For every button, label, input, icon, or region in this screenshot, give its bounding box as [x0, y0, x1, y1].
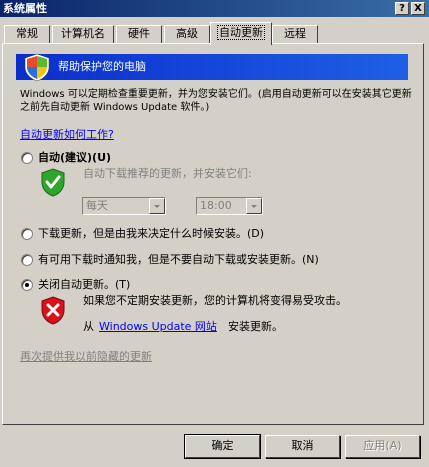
header-banner: 帮助保护您的电脑 [16, 53, 408, 82]
description-text: Windows 可以定期检查重要更新，并为您安装它们。(启用自动更新可以在安装其… [20, 89, 412, 113]
help-button[interactable]: ? [395, 2, 409, 15]
tab-remote[interactable]: 远程 [272, 25, 318, 43]
tab-general[interactable]: 常规 [4, 25, 50, 43]
shield-check-icon [41, 168, 65, 197]
install-updates-text: 安装更新。 [228, 320, 283, 333]
radio-automatic[interactable] [21, 152, 33, 164]
chevron-down-icon[interactable] [149, 198, 165, 214]
apply-button[interactable]: 应用(A) [345, 435, 420, 458]
windows-security-shield-icon [24, 53, 50, 82]
day-select-value: 每天 [86, 199, 108, 212]
title-bar: 系统属性 ? X [0, 0, 429, 17]
tab-computer-name[interactable]: 计算机名 [52, 25, 114, 43]
tab-advanced[interactable]: 高级 [164, 25, 210, 43]
reshow-hidden-updates-link[interactable]: 再次提供我以前隐藏的更新 [20, 350, 152, 364]
from-text: 从 [83, 320, 94, 333]
ok-button[interactable]: 确定 [184, 434, 261, 459]
radio-download[interactable] [21, 228, 33, 240]
close-button[interactable]: X [411, 2, 425, 15]
banner-text: 帮助保护您的电脑 [58, 60, 146, 73]
windows-update-site-link[interactable]: Windows Update 网站 [99, 320, 217, 334]
warning-text: 如果您不定期安装更新，您的计算机将变得易受攻击。 [83, 294, 347, 307]
auto-sub-text: 自动下载推荐的更新，并安装它们: [83, 167, 252, 180]
radio-notify-label[interactable]: 有可用下载时通知我，但是不要自动下载或安装更新。(N) [38, 253, 319, 267]
radio-download-label[interactable]: 下载更新，但是由我来决定什么时候安装。(D) [38, 227, 264, 241]
day-select[interactable]: 每天 [82, 197, 166, 215]
tab-automatic-updates-label: 自动更新 [217, 25, 265, 40]
chevron-down-icon[interactable] [246, 198, 262, 214]
window-title: 系统属性 [3, 2, 47, 15]
radio-notify[interactable] [21, 254, 33, 266]
cancel-button[interactable]: 取消 [265, 435, 340, 458]
how-updates-work-link[interactable]: 自动更新如何工作? [20, 128, 114, 142]
time-select[interactable]: 18:00 [196, 197, 263, 215]
radio-turn-off-label[interactable]: 关闭自动更新。(T) [38, 278, 130, 292]
radio-automatic-label[interactable]: 自动(建议)(U) [38, 151, 111, 165]
time-select-value: 18:00 [200, 199, 232, 212]
tab-automatic-updates[interactable]: 自动更新 [210, 22, 272, 45]
tab-hardware[interactable]: 硬件 [116, 25, 162, 43]
shield-warning-icon [41, 296, 65, 325]
radio-turn-off[interactable] [21, 279, 33, 291]
